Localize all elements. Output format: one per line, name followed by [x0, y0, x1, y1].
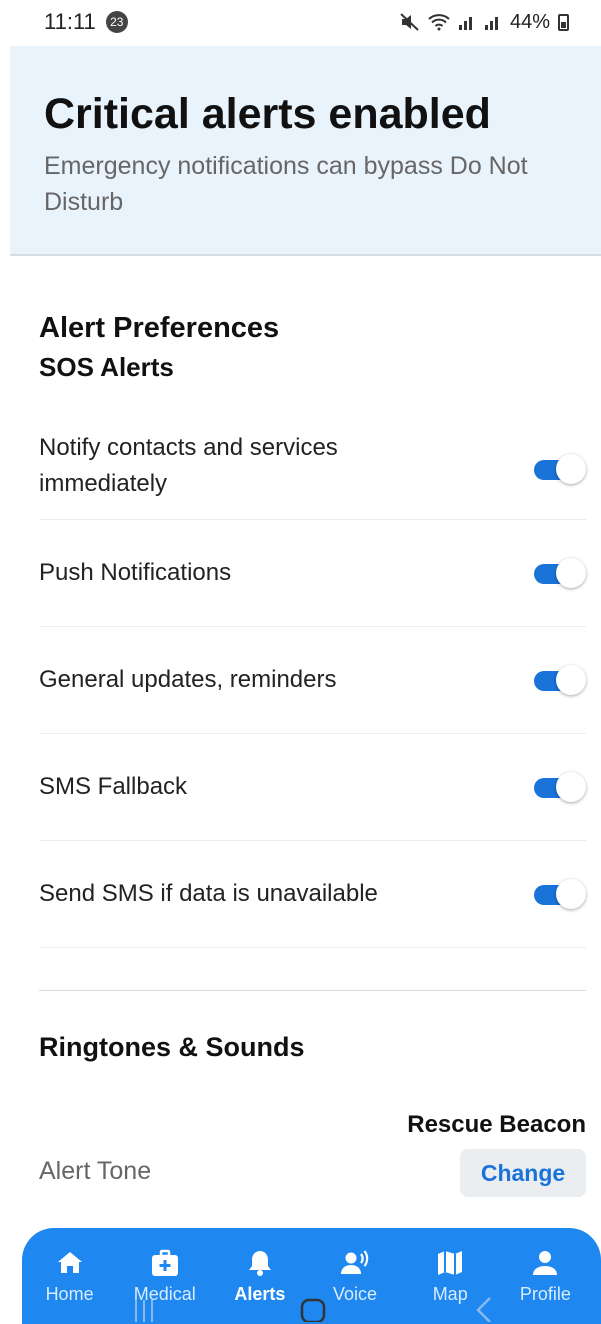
settings-content: Alert Preferences SOS Alerts Notify cont…: [39, 310, 586, 1236]
toggle-knob: [556, 558, 586, 588]
send-sms-toggle[interactable]: [534, 879, 586, 909]
general-updates-toggle[interactable]: [534, 665, 586, 695]
nav-map[interactable]: Map: [404, 1248, 496, 1305]
sms-fallback-toggle[interactable]: [534, 772, 586, 802]
alert-preferences-title: Alert Preferences: [39, 312, 280, 344]
pref-row-notify-contacts[interactable]: Notify contacts and services immediately: [39, 418, 586, 520]
pref-label: Push Notifications: [39, 559, 232, 586]
nav-label: Alerts: [234, 1284, 286, 1304]
person-icon: [533, 1251, 558, 1275]
pref-label: Notify contacts and services immediately: [39, 434, 338, 497]
toggle-knob: [556, 879, 586, 909]
pref-row-sms-fallback[interactable]: SMS Fallback: [39, 734, 586, 841]
banner-subtitle: Emergency notifications can bypass Do No…: [44, 152, 528, 216]
alert-tone-row: Alert Tone Rescue Beacon Change: [39, 1105, 586, 1235]
signal-icon-2: [484, 17, 498, 30]
status-right: 44%: [400, 11, 569, 34]
nav-label: Voice: [333, 1284, 378, 1304]
pref-label: General updates, reminders: [39, 666, 337, 693]
nav-voice[interactable]: Voice: [309, 1248, 401, 1305]
pref-row-general-updates[interactable]: General updates, reminders: [39, 627, 586, 734]
notify-contacts-toggle[interactable]: [534, 454, 586, 484]
nav-label: Medical: [133, 1284, 196, 1304]
wifi-icon: [428, 14, 450, 31]
battery-percent: 44%: [509, 10, 550, 33]
voice-icon: [341, 1250, 369, 1274]
pref-row-send-sms[interactable]: Send SMS if data is unavailable: [39, 841, 586, 948]
sos-alerts-subtitle: SOS Alerts: [39, 352, 174, 382]
nav-label: Profile: [519, 1284, 571, 1304]
map-icon: [438, 1251, 463, 1275]
toggle-knob: [556, 665, 586, 695]
status-time: 11:11: [44, 9, 96, 34]
nav-alerts[interactable]: Alerts: [214, 1248, 306, 1305]
nav-label: Map: [432, 1284, 468, 1304]
toggle-knob: [556, 454, 586, 484]
notification-count-badge: 23: [105, 11, 128, 33]
pref-label: Send SMS if data is unavailable: [39, 880, 378, 907]
pref-label: SMS Fallback: [39, 773, 188, 800]
push-notifications-toggle[interactable]: [534, 558, 586, 588]
ringtones-sounds-title: Ringtones & Sounds: [39, 1032, 305, 1062]
alert-tone-value: Rescue Beacon: [407, 1111, 586, 1138]
alert-tone-label: Alert Tone: [39, 1157, 152, 1185]
pref-row-push-notifications[interactable]: Push Notifications: [39, 520, 586, 627]
banner-title: Critical alerts enabled: [44, 90, 491, 138]
change-tone-button[interactable]: Change: [460, 1149, 586, 1197]
bell-icon: [248, 1251, 271, 1276]
toggle-knob: [556, 772, 586, 802]
battery-icon: [558, 13, 569, 31]
home-icon: [57, 1252, 82, 1273]
bottom-nav: Home Medical Alerts Voice Map Profile: [22, 1228, 601, 1324]
status-left: 11:11 23: [44, 9, 128, 35]
nav-home[interactable]: Home: [24, 1248, 116, 1305]
critical-alerts-banner: Critical alerts enabled Emergency notifi…: [10, 46, 601, 256]
nav-profile[interactable]: Profile: [499, 1248, 591, 1305]
medical-kit-icon: [151, 1249, 178, 1276]
nav-label: Home: [45, 1284, 94, 1304]
signal-icon: [458, 17, 472, 30]
mute-icon: [400, 13, 419, 31]
nav-medical[interactable]: Medical: [119, 1248, 211, 1305]
status-bar: 11:11 23 44%: [0, 0, 601, 44]
